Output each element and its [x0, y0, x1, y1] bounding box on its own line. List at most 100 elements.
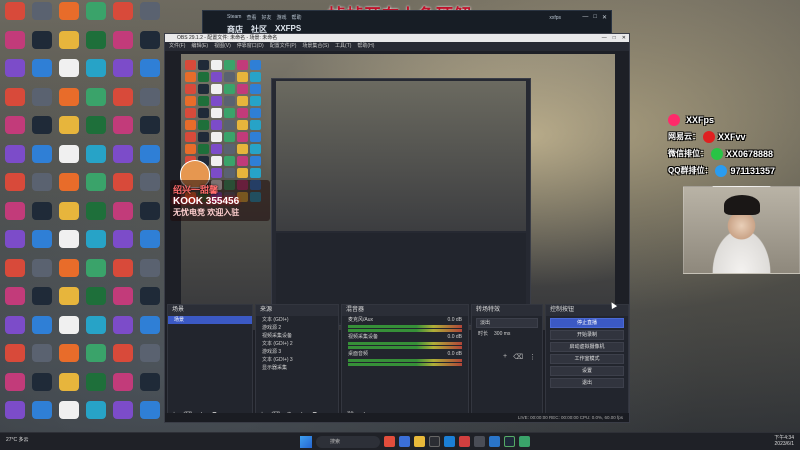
- desktop-app-icon[interactable]: [5, 144, 25, 163]
- desktop-app-icon[interactable]: [86, 59, 106, 77]
- desktop-app-icon[interactable]: [32, 2, 52, 20]
- desktop-app-icon[interactable]: [113, 230, 133, 248]
- desktop-app-icon[interactable]: [140, 2, 160, 20]
- desktop-app-icon[interactable]: [113, 87, 133, 106]
- desktop-app-icon[interactable]: [32, 87, 52, 106]
- transition-select[interactable]: 淡出: [476, 318, 538, 328]
- desktop-app-icon[interactable]: [59, 401, 79, 419]
- desktop-app-icon[interactable]: [140, 287, 160, 305]
- desktop-app-icon[interactable]: [5, 87, 25, 106]
- maximize-button[interactable]: □: [593, 14, 597, 21]
- desktop-app-icon[interactable]: [59, 59, 79, 77]
- menu-scene-collection[interactable]: 场景集合(S): [302, 42, 329, 51]
- desktop-app-icon[interactable]: [86, 173, 106, 191]
- exit-button[interactable]: 退出: [550, 378, 624, 388]
- desktop-app-icon[interactable]: [5, 173, 25, 191]
- desktop-app-icon[interactable]: [32, 344, 52, 362]
- desktop-app-icon[interactable]: [5, 201, 25, 220]
- desktop-app-icon[interactable]: [5, 59, 25, 77]
- desktop-app-icon[interactable]: [140, 173, 160, 191]
- weather-widget[interactable]: 27°C 多云: [6, 436, 29, 443]
- desktop-app-icon[interactable]: [140, 401, 160, 419]
- menu-icon[interactable]: ⋮: [529, 353, 536, 361]
- taskbar-app-icon[interactable]: [519, 436, 530, 447]
- desktop-app-icon[interactable]: [5, 287, 25, 305]
- add-icon[interactable]: +: [503, 353, 507, 361]
- taskbar-search[interactable]: 搜索: [316, 436, 380, 448]
- desktop-app-icon[interactable]: [59, 287, 79, 305]
- menu-docks[interactable]: 停靠窗口(D): [237, 42, 264, 51]
- desktop-app-icon[interactable]: [59, 344, 79, 362]
- desktop-app-icon[interactable]: [59, 30, 79, 49]
- menu-help[interactable]: 帮助(H): [357, 42, 374, 51]
- volume-meter[interactable]: [348, 342, 462, 345]
- steam-window[interactable]: Steam 查看 好友 游戏 帮助 商店 社区 XXFPS xxfps — □ …: [202, 10, 612, 34]
- taskbar-app-icon[interactable]: [504, 436, 515, 447]
- desktop-app-icon[interactable]: [140, 144, 160, 163]
- desktop-app-icon[interactable]: [113, 315, 133, 334]
- menu-tools[interactable]: 工具(T): [335, 42, 351, 51]
- desktop-app-icon[interactable]: [32, 287, 52, 305]
- menu-profile[interactable]: 配置文件(P): [270, 42, 297, 51]
- taskbar-app-icon[interactable]: [474, 436, 485, 447]
- steam-menu-view[interactable]: 查看: [246, 14, 256, 21]
- minimize-button[interactable]: —: [602, 34, 607, 42]
- source-item[interactable]: 文本 (GDI+) 2: [256, 340, 338, 348]
- desktop-app-icon[interactable]: [113, 201, 133, 220]
- desktop-app-icon[interactable]: [86, 401, 106, 419]
- desktop-app-icon[interactable]: [86, 344, 106, 362]
- minimize-button[interactable]: —: [582, 14, 588, 21]
- desktop-app-icon[interactable]: [140, 116, 160, 134]
- source-item[interactable]: 显示器采集: [256, 364, 338, 372]
- desktop-app-icon[interactable]: [32, 315, 52, 334]
- desktop-app-icon[interactable]: [86, 230, 106, 248]
- maximize-button[interactable]: □: [613, 34, 616, 42]
- desktop-app-icon[interactable]: [113, 59, 133, 77]
- taskbar-app-icon[interactable]: [444, 436, 455, 447]
- desktop-app-icon[interactable]: [32, 59, 52, 77]
- desktop-app-icon[interactable]: [59, 2, 79, 20]
- desktop-app-icon[interactable]: [32, 30, 52, 49]
- remove-icon[interactable]: ⌫: [513, 353, 523, 361]
- desktop-app-icon[interactable]: [86, 30, 106, 49]
- steam-menu-steam[interactable]: Steam: [227, 14, 241, 21]
- desktop-app-icon[interactable]: [59, 144, 79, 163]
- desktop-app-icon[interactable]: [59, 173, 79, 191]
- desktop-app-icon[interactable]: [113, 144, 133, 163]
- virtual-camera-button[interactable]: 启动虚拟摄像机: [550, 342, 624, 352]
- desktop-app-icon[interactable]: [5, 372, 25, 391]
- desktop-app-icon[interactable]: [113, 116, 133, 134]
- start-recording-button[interactable]: 开始录制: [550, 330, 624, 340]
- desktop-app-icon[interactable]: [140, 201, 160, 220]
- desktop-app-icon[interactable]: [59, 230, 79, 248]
- desktop-app-icon[interactable]: [32, 401, 52, 419]
- desktop-app-icon[interactable]: [5, 2, 25, 20]
- taskbar-app-icon[interactable]: [489, 436, 500, 447]
- desktop-app-icon[interactable]: [86, 116, 106, 134]
- volume-meter[interactable]: [348, 325, 462, 328]
- desktop-app-icon[interactable]: [59, 372, 79, 391]
- desktop-app-icon[interactable]: [5, 230, 25, 248]
- close-button[interactable]: ✕: [622, 34, 626, 42]
- desktop-app-icon[interactable]: [113, 287, 133, 305]
- desktop-app-icon[interactable]: [86, 87, 106, 106]
- volume-meter[interactable]: [348, 346, 462, 349]
- desktop-app-icon[interactable]: [59, 87, 79, 106]
- desktop-app-icon[interactable]: [86, 258, 106, 277]
- desktop-app-icon[interactable]: [140, 344, 160, 362]
- desktop-app-icon[interactable]: [86, 2, 106, 20]
- menu-file[interactable]: 文件(F): [169, 42, 185, 51]
- desktop-app-icon[interactable]: [59, 116, 79, 134]
- desktop-app-icon[interactable]: [140, 230, 160, 248]
- taskbar-app-icon[interactable]: [384, 436, 395, 447]
- close-button[interactable]: ✕: [602, 14, 607, 21]
- taskbar-app-icon[interactable]: [459, 436, 470, 447]
- desktop-app-icon[interactable]: [113, 2, 133, 20]
- desktop-app-icon[interactable]: [59, 258, 79, 277]
- menu-view[interactable]: 视图(V): [214, 42, 231, 51]
- settings-button[interactable]: 设置: [550, 366, 624, 376]
- source-item[interactable]: 游戏源 2: [256, 324, 338, 332]
- desktop-app-icon[interactable]: [113, 258, 133, 277]
- studio-mode-button[interactable]: 工作室模式: [550, 354, 624, 364]
- desktop-app-icon[interactable]: [32, 258, 52, 277]
